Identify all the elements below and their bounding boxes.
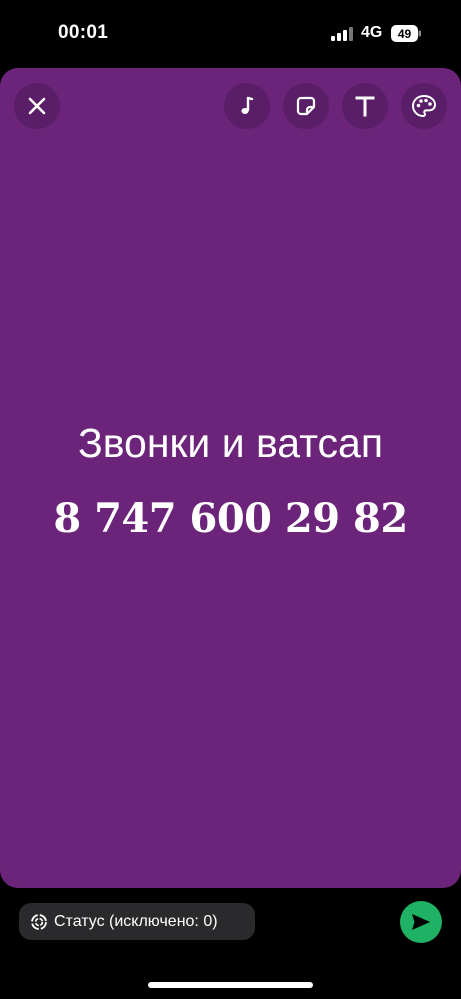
palette-button[interactable]: [401, 83, 447, 129]
status-audience-label: Статус (исключено: 0): [54, 912, 218, 930]
sticker-icon: [296, 96, 316, 116]
network-type: 4G: [361, 24, 383, 41]
home-indicator[interactable]: [148, 982, 313, 988]
send-icon: [412, 914, 430, 930]
battery-icon: 49: [391, 25, 421, 42]
text-icon: [355, 96, 375, 117]
status-audience-chip[interactable]: Статус (исключено: 0): [19, 903, 255, 940]
music-note-icon: [241, 96, 254, 114]
clock: 00:01: [58, 22, 109, 43]
status-ring-icon: [31, 913, 47, 930]
story-phone-number[interactable]: 8 747 600 29 82: [0, 495, 461, 542]
send-button[interactable]: [400, 901, 442, 943]
text-button[interactable]: [342, 83, 388, 129]
close-icon: [28, 97, 46, 115]
signal-icon: [331, 27, 353, 41]
story-canvas[interactable]: Звонки и ватсап 8 747 600 29 82: [0, 68, 461, 888]
palette-icon: [411, 94, 437, 118]
music-button[interactable]: [224, 83, 270, 129]
story-text-line1[interactable]: Звонки и ватсап: [0, 420, 461, 467]
sticker-button[interactable]: [283, 83, 329, 129]
battery-level: 49: [398, 27, 412, 41]
close-button[interactable]: [14, 83, 60, 129]
status-bar: 00:01 4G 49: [0, 0, 461, 68]
